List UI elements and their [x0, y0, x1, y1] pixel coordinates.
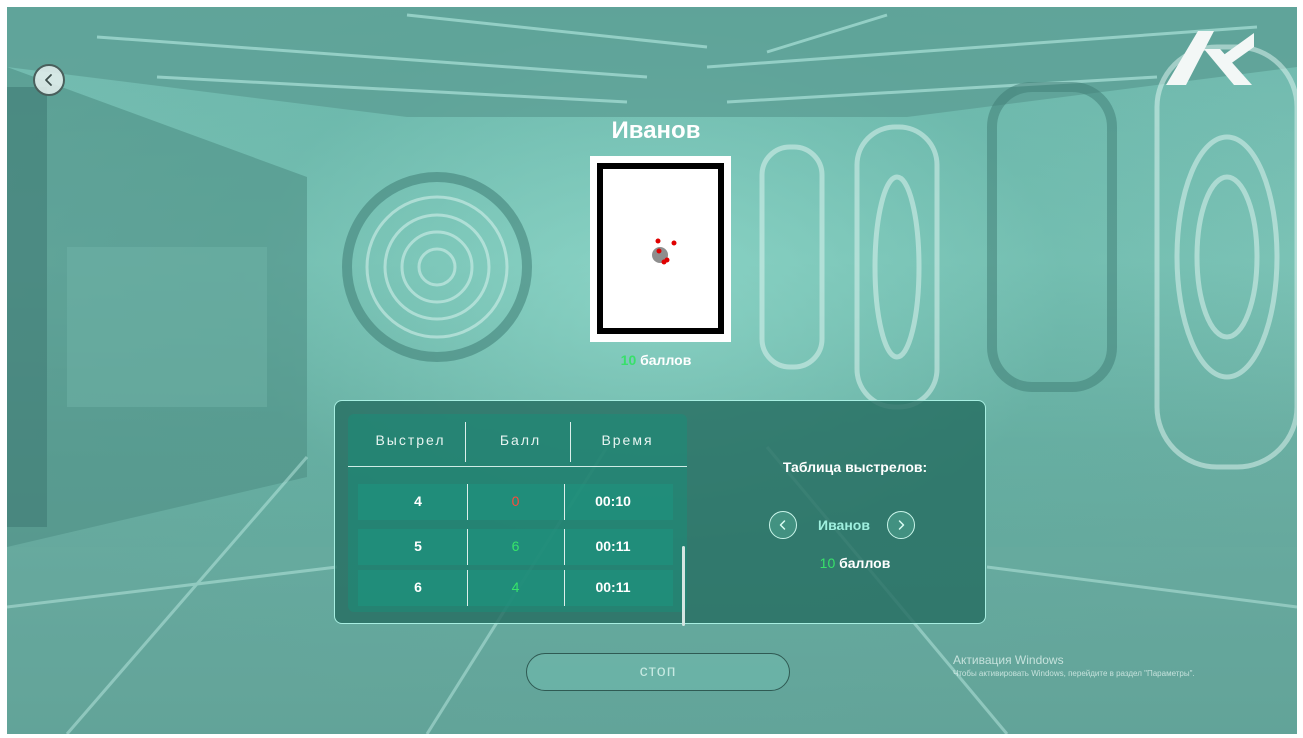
- app-screen: Иванов 10 баллов Выстрел Балл Время 4 0 …: [7, 7, 1297, 734]
- hit-mark: [671, 240, 677, 246]
- cell-score: 6: [511, 538, 520, 554]
- selected-player-score-value: 10: [819, 555, 836, 571]
- hits-plot: [652, 238, 677, 265]
- column-divider: [467, 529, 468, 565]
- hit-mark: [656, 248, 662, 254]
- selected-player-name: Иванов: [818, 517, 870, 533]
- cell-shot: 4: [414, 493, 422, 509]
- cell-score: 4: [511, 579, 520, 595]
- chevron-left-icon: [779, 520, 786, 530]
- column-divider: [564, 484, 565, 520]
- column-divider: [467, 484, 468, 520]
- windows-activation-title: Активация Windows: [953, 653, 1064, 667]
- selected-player-score-unit: баллов: [839, 555, 891, 571]
- column-divider: [465, 422, 466, 462]
- table-header: Выстрел Балл Время: [348, 414, 687, 467]
- shots-table: Выстрел Балл Время 4 0 00:10 5 6 00:11 6…: [348, 414, 687, 612]
- total-score-unit: баллов: [640, 352, 692, 368]
- cell-shot: 5: [414, 538, 422, 554]
- table-body: 4 0 00:10 5 6 00:11 6 4 00:11: [358, 484, 673, 624]
- stop-button[interactable]: стоп: [526, 653, 790, 691]
- selected-player-score: 10 баллов: [755, 555, 955, 571]
- total-score-value: 10: [620, 352, 637, 368]
- back-button[interactable]: [33, 64, 65, 96]
- column-divider: [467, 570, 468, 606]
- target-preview: [590, 156, 731, 342]
- table-row: 4 0 00:10: [358, 484, 673, 520]
- cell-time: 00:10: [595, 493, 631, 509]
- column-divider: [564, 570, 565, 606]
- cell-shot: 6: [414, 579, 422, 595]
- player-name-title: Иванов: [611, 117, 701, 144]
- results-panel: Выстрел Балл Время 4 0 00:10 5 6 00:11 6…: [334, 400, 986, 626]
- next-player-button[interactable]: [887, 511, 915, 539]
- windows-activation-message: Чтобы активировать Windows, перейдите в …: [953, 669, 1195, 678]
- hit-mark: [661, 259, 667, 265]
- column-divider: [564, 529, 565, 565]
- previous-player-button[interactable]: [769, 511, 797, 539]
- cell-time: 00:11: [595, 538, 631, 554]
- column-header-shot: Выстрел: [375, 432, 446, 448]
- chevron-right-icon: [898, 520, 905, 530]
- brand-logo: [1166, 31, 1254, 85]
- column-header-score: Балл: [499, 432, 542, 448]
- target-sheet: [597, 163, 724, 334]
- cell-time: 00:11: [595, 579, 631, 595]
- table-row: 6 4 00:11: [358, 570, 673, 606]
- chevron-left-icon: [45, 74, 52, 86]
- cell-score: 0: [511, 493, 520, 509]
- column-header-time: Время: [601, 432, 654, 448]
- column-divider: [570, 422, 571, 462]
- hit-mark: [655, 238, 661, 244]
- player-switcher: Иванов: [769, 511, 919, 541]
- windows-activation-watermark: Активация Windows Чтобы активировать Win…: [953, 653, 1195, 678]
- table-row: 5 6 00:11: [358, 529, 673, 565]
- table-scrollbar[interactable]: [682, 546, 685, 626]
- shots-table-title: Таблица выстрелов:: [782, 459, 928, 475]
- total-score: 10 баллов: [567, 352, 745, 368]
